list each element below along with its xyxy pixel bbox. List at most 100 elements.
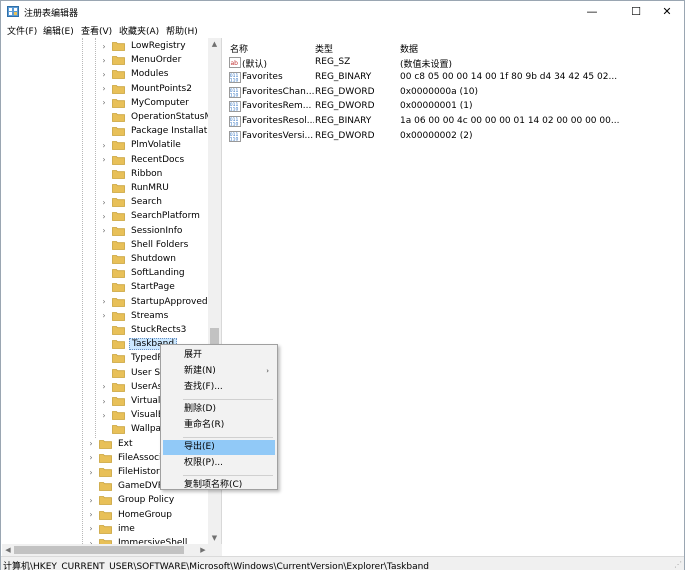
expand-chevron-icon[interactable]: › xyxy=(99,311,109,320)
tree-item[interactable]: Ribbon xyxy=(99,167,164,181)
menu-help[interactable]: 帮助(H) xyxy=(166,24,198,37)
value-row[interactable]: 011 110 FavoritesResol... REG_BINARY 1a 06 0… xyxy=(225,114,684,129)
context-menu-item[interactable]: 导出(E) xyxy=(163,440,275,455)
menu-file[interactable]: 文件(F) xyxy=(7,24,37,37)
expand-chevron-icon[interactable]: › xyxy=(99,297,109,306)
tree-item[interactable]: › RecentDocs xyxy=(99,153,186,167)
context-menu-item[interactable]: 重命名(R) xyxy=(163,418,275,433)
context-menu-item[interactable]: 复制项名称(C) xyxy=(163,478,275,493)
value-row[interactable]: 011 110 FavoritesVersi... REG_DWORD 0x000000… xyxy=(225,129,684,144)
tree-item-label[interactable]: OperationStatusMa xyxy=(129,112,220,122)
tree-item[interactable]: Shutdown xyxy=(99,252,178,266)
context-menu-item[interactable]: 删除(D) xyxy=(163,402,275,417)
tree-item[interactable]: › MyComputer xyxy=(99,96,191,110)
tree-item-label[interactable]: Modules xyxy=(129,69,170,79)
scroll-up-arrow-icon[interactable]: ▲ xyxy=(208,38,221,50)
tree-item-label[interactable]: RecentDocs xyxy=(129,155,186,165)
value-row[interactable]: 011 110 FavoritesRem... REG_DWORD 0x00000001… xyxy=(225,99,684,114)
tree-item-label[interactable]: ime xyxy=(116,524,137,534)
tree-item[interactable]: › VisualEf xyxy=(99,408,169,422)
tree-item[interactable]: › LowRegistry xyxy=(99,39,188,53)
tree-item-label[interactable]: SearchPlatform xyxy=(129,211,202,221)
expand-chevron-icon[interactable]: › xyxy=(99,198,109,207)
tree-item[interactable]: › HomeGroup xyxy=(86,508,174,522)
tree-item-label[interactable]: MyComputer xyxy=(129,98,191,108)
tree-item[interactable]: › SearchPlatform xyxy=(99,209,202,223)
tree-item-label[interactable]: SoftLanding xyxy=(129,268,187,278)
tree-item-label[interactable]: MountPoints2 xyxy=(129,84,194,94)
tree-item[interactable]: StuckRects3 xyxy=(99,323,188,337)
tree-item[interactable]: OperationStatusMa xyxy=(99,110,220,124)
tree-item-label[interactable]: Group Policy xyxy=(116,495,176,505)
expand-chevron-icon[interactable]: › xyxy=(99,226,109,235)
expand-chevron-icon[interactable]: › xyxy=(86,496,96,505)
scroll-thumb[interactable] xyxy=(14,546,184,554)
menu-view[interactable]: 查看(V) xyxy=(81,24,112,37)
tree-item-label[interactable]: RunMRU xyxy=(129,183,171,193)
expand-chevron-icon[interactable]: › xyxy=(99,382,109,391)
tree-item[interactable]: GameDVR xyxy=(86,479,166,493)
tree-item[interactable]: › StartupApproved xyxy=(99,295,210,309)
close-button[interactable]: ✕ xyxy=(649,1,685,22)
title-bar[interactable]: 注册表编辑器 — ☐ ✕ xyxy=(1,1,684,22)
tree-item-label[interactable]: StuckRects3 xyxy=(129,325,188,335)
expand-chevron-icon[interactable]: › xyxy=(86,439,96,448)
tree-item-label[interactable]: GameDVR xyxy=(116,481,166,491)
tree-item[interactable]: Shell Folders xyxy=(99,238,190,252)
tree-item[interactable]: › Modules xyxy=(99,67,170,81)
tree-item-label[interactable]: Ribbon xyxy=(129,169,164,179)
expand-chevron-icon[interactable]: › xyxy=(86,524,96,533)
expand-chevron-icon[interactable]: › xyxy=(99,70,109,79)
expand-chevron-icon[interactable]: › xyxy=(99,411,109,420)
tree-item-label[interactable]: LowRegistry xyxy=(129,41,188,51)
scroll-right-arrow-icon[interactable]: ▶ xyxy=(197,544,209,556)
tree-item[interactable]: › ImmersiveShell xyxy=(86,536,189,544)
expand-chevron-icon[interactable]: › xyxy=(99,155,109,164)
tree-item-label[interactable]: HomeGroup xyxy=(116,510,174,520)
context-menu-item[interactable]: 展开 xyxy=(163,348,275,363)
context-menu-item[interactable]: 新建(N) › xyxy=(163,364,275,379)
tree-item-label[interactable]: Shutdown xyxy=(129,254,178,264)
scroll-left-arrow-icon[interactable]: ◀ xyxy=(2,544,14,556)
menu-edit[interactable]: 编辑(E) xyxy=(43,24,74,37)
expand-chevron-icon[interactable]: › xyxy=(99,42,109,51)
tree-item-label[interactable]: Shell Folders xyxy=(129,240,190,250)
column-header-name[interactable]: 名称 xyxy=(230,42,248,55)
context-menu-item[interactable]: 查找(F)... xyxy=(163,380,275,395)
tree-item[interactable]: SoftLanding xyxy=(99,266,187,280)
value-row[interactable]: ab (默认) REG_SZ (数值未设置) xyxy=(225,55,684,70)
expand-chevron-icon[interactable]: › xyxy=(86,468,96,477)
tree-item[interactable]: › Search xyxy=(99,195,164,209)
tree-item[interactable]: › Group Policy xyxy=(86,493,176,507)
value-list[interactable]: 名称 类型 数据 ab (默认) REG_SZ (数值未设置) 011 110 Favori… xyxy=(225,38,684,556)
tree-item-label[interactable]: Search xyxy=(129,197,164,207)
value-row[interactable]: 011 110 Favorites REG_BINARY 00 c8 05 00 00 … xyxy=(225,70,684,85)
tree-item[interactable]: › FileHistory xyxy=(86,465,167,479)
tree-item[interactable]: User Sh xyxy=(99,366,168,380)
tree-item[interactable]: Package Installation xyxy=(99,124,221,138)
expand-chevron-icon[interactable]: › xyxy=(86,453,96,462)
tree-item[interactable]: RunMRU xyxy=(99,181,171,195)
value-row[interactable]: 011 110 FavoritesChan... REG_DWORD 0x0000000… xyxy=(225,85,684,100)
expand-chevron-icon[interactable]: › xyxy=(99,84,109,93)
tree-item[interactable]: › MenuOrder xyxy=(99,53,183,67)
tree-item-label[interactable]: Ext xyxy=(116,439,135,449)
expand-chevron-icon[interactable]: › xyxy=(86,510,96,519)
tree-item[interactable]: › Streams xyxy=(99,309,170,323)
tree-item[interactable]: › PlmVolatile xyxy=(99,138,183,152)
tree-item-label[interactable]: PlmVolatile xyxy=(129,140,183,150)
column-header-type[interactable]: 类型 xyxy=(315,42,333,55)
context-menu-item[interactable]: 权限(P)... xyxy=(163,456,275,471)
menu-favorites[interactable]: 收藏夹(A) xyxy=(119,24,159,37)
tree-item[interactable]: › UserAss xyxy=(99,380,169,394)
tree-item[interactable]: › VirtualD xyxy=(99,394,169,408)
resize-grip-icon[interactable]: ⋰ xyxy=(674,560,682,569)
expand-chevron-icon[interactable]: › xyxy=(99,397,109,406)
expand-chevron-icon[interactable]: › xyxy=(99,141,109,150)
scroll-down-arrow-icon[interactable]: ▼ xyxy=(208,532,221,544)
tree-horizontal-scrollbar[interactable]: ◀ ▶ xyxy=(2,544,222,556)
tree-item-label[interactable]: MenuOrder xyxy=(129,55,183,65)
tree-item-label[interactable]: SessionInfo xyxy=(129,226,184,236)
column-header-data[interactable]: 数据 xyxy=(400,42,418,55)
tree-item-label[interactable]: StartupApproved xyxy=(129,297,210,307)
